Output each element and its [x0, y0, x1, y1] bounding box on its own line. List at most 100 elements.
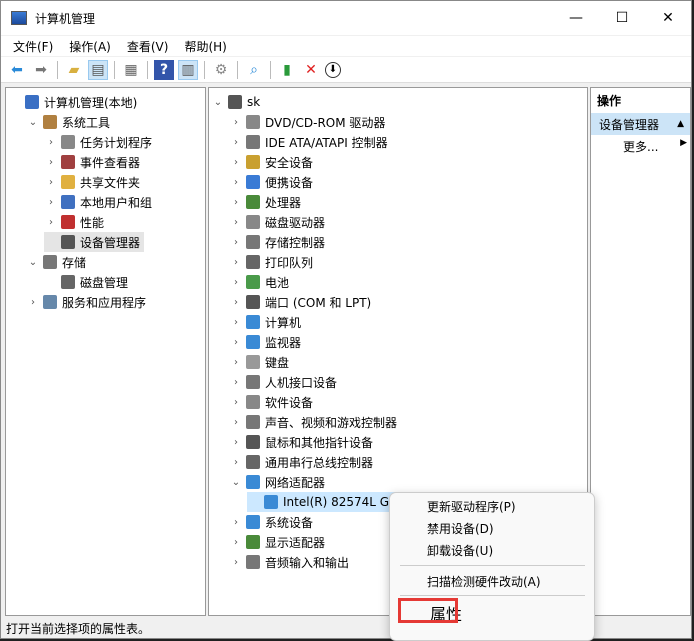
expand-chevron-icon[interactable]: › [229, 317, 243, 328]
expand-chevron-icon[interactable]: › [44, 177, 58, 188]
expand-chevron-icon[interactable]: › [229, 377, 243, 388]
show-action-pane-icon[interactable]: ▥ [178, 59, 198, 80]
expand-chevron-icon[interactable]: › [229, 537, 243, 548]
expand-chevron-icon[interactable]: › [229, 217, 243, 228]
tree-item[interactable]: › 音频输入和输出 [229, 552, 349, 572]
tree-item[interactable]: ⌄ 网络适配器 [229, 472, 325, 492]
expand-chevron-icon[interactable]: › [229, 237, 243, 248]
tree-item[interactable]: › 事件查看器 [44, 152, 140, 172]
menu-item-disable-device[interactable]: 禁用设备(D) [427, 520, 494, 537]
device-icon [246, 195, 260, 209]
expand-chevron-icon[interactable]: › [229, 517, 243, 528]
expand-chevron-icon[interactable]: ⌄ [211, 97, 225, 108]
expand-chevron-icon[interactable]: › [229, 397, 243, 408]
tree-item[interactable]: › IDE ATA/ATAPI 控制器 [229, 132, 388, 152]
tree-item[interactable]: › 任务计划程序 [44, 132, 152, 152]
tree-item[interactable]: › 鼠标和其他指针设备 [229, 432, 373, 452]
tree-item[interactable]: › 磁盘驱动器 [229, 212, 325, 232]
back-arrow-icon[interactable]: ⬅ [7, 60, 27, 80]
help-icon[interactable]: ? [154, 59, 174, 80]
expand-chevron-icon[interactable]: › [229, 277, 243, 288]
expand-chevron-icon[interactable]: › [44, 137, 58, 148]
tree-item-label: 声音、视频和游戏控制器 [265, 415, 398, 430]
close-button[interactable]: ✕ [645, 1, 691, 35]
tree-item[interactable]: › 便携设备 [229, 172, 313, 192]
tree-item[interactable]: 设备管理器 [44, 232, 145, 252]
tree-item[interactable]: › 软件设备 [229, 392, 313, 412]
expand-chevron-icon[interactable]: ⌄ [26, 257, 40, 268]
tree-item[interactable]: › 通用串行总线控制器 [229, 452, 373, 472]
expand-chevron-icon[interactable]: › [229, 297, 243, 308]
tree-item[interactable]: › 显示适配器 [229, 532, 325, 552]
update-driver-icon[interactable]: ⚙ [211, 60, 231, 80]
expand-chevron-icon[interactable]: › [229, 457, 243, 468]
tree-item[interactable]: › 监视器 [229, 332, 301, 352]
tree-item[interactable]: › 共享文件夹 [44, 172, 140, 192]
tree-item[interactable]: ⌄ 存储 [26, 252, 86, 272]
expand-chevron-icon[interactable]: › [229, 357, 243, 368]
expand-chevron-icon[interactable]: › [44, 217, 58, 228]
menu-help[interactable]: 帮助(H) [178, 36, 232, 56]
device-icon [61, 275, 75, 289]
tree-item[interactable]: 磁盘管理 [44, 272, 128, 292]
tree-item-label: 计算机管理(本地) [44, 95, 138, 110]
expand-chevron-icon[interactable]: › [229, 117, 243, 128]
tree-item-label: 本地用户和组 [80, 195, 153, 210]
actions-more[interactable]: 更多... ▶ [623, 138, 687, 155]
expand-chevron-icon[interactable]: › [229, 417, 243, 428]
show-hide-tree-icon[interactable]: ▤ [88, 59, 108, 80]
menu-view[interactable]: 查看(V) [121, 36, 175, 56]
menu-file[interactable]: 文件(F) [7, 36, 59, 56]
expand-chevron-icon[interactable]: › [229, 137, 243, 148]
tree-item[interactable]: 计算机管理(本地) [8, 92, 137, 112]
tree-item[interactable]: › 电池 [229, 272, 289, 292]
enable-device-icon[interactable]: ▮ [277, 60, 297, 80]
tree-item[interactable]: › 性能 [44, 212, 104, 232]
properties-icon[interactable]: ▦ [121, 60, 141, 80]
separator [237, 60, 238, 79]
tree-item-label: 计算机 [265, 315, 302, 330]
tree-item[interactable]: › 本地用户和组 [44, 192, 152, 212]
tree-item[interactable]: › DVD/CD-ROM 驱动器 [229, 112, 385, 132]
tree-item[interactable]: › 键盘 [229, 352, 289, 372]
tree-item[interactable]: › 计算机 [229, 312, 301, 332]
tree-item[interactable]: › 声音、视频和游戏控制器 [229, 412, 397, 432]
tree-item[interactable]: ⌄ 系统工具 [26, 112, 110, 132]
tree-item[interactable]: › 服务和应用程序 [26, 292, 146, 312]
maximize-button[interactable]: ☐ [599, 1, 645, 35]
menu-action[interactable]: 操作(A) [63, 36, 117, 56]
tree-item[interactable]: › 人机接口设备 [229, 372, 337, 392]
expand-chevron-icon[interactable]: ⌄ [229, 477, 243, 488]
menu-item-scan-hardware[interactable]: 扫描检测硬件改动(A) [427, 573, 541, 590]
tree-item[interactable]: › 存储控制器 [229, 232, 325, 252]
tree-item[interactable]: › 打印队列 [229, 252, 313, 272]
expand-chevron-icon[interactable]: › [229, 437, 243, 448]
tree-item-label: 电池 [265, 275, 290, 290]
forward-arrow-icon[interactable]: ➡ [31, 60, 51, 80]
expand-chevron-icon[interactable]: ⌄ [26, 117, 40, 128]
tree-item[interactable]: › 端口 (COM 和 LPT) [229, 292, 371, 312]
expand-chevron-icon[interactable]: › [229, 257, 243, 268]
actions-section-device-manager[interactable]: 设备管理器 ▲ [591, 113, 690, 135]
menu-item-uninstall-device[interactable]: 卸载设备(U) [427, 542, 493, 559]
tree-item[interactable]: ⌄ sk [211, 92, 260, 112]
tree-item[interactable]: › 处理器 [229, 192, 301, 212]
uninstall-device-icon[interactable]: ✕ [301, 60, 321, 80]
menu-item-update-driver[interactable]: 更新驱动程序(P) [427, 498, 516, 515]
tree-item-label: IDE ATA/ATAPI 控制器 [265, 135, 388, 150]
expand-chevron-icon[interactable]: › [229, 557, 243, 568]
expand-chevron-icon[interactable]: › [229, 197, 243, 208]
expand-chevron-icon[interactable]: › [229, 337, 243, 348]
up-folder-icon[interactable]: ▰ [64, 60, 84, 80]
expand-chevron-icon[interactable]: › [26, 297, 40, 308]
tree-item-label: 安全设备 [265, 155, 314, 170]
tree-item[interactable]: › 安全设备 [229, 152, 313, 172]
expand-chevron-icon[interactable]: › [44, 197, 58, 208]
scan-hardware-icon[interactable]: ⌕ [244, 60, 264, 80]
disable-device-icon[interactable]: ⬇ [325, 61, 341, 78]
minimize-button[interactable]: — [553, 1, 599, 35]
expand-chevron-icon[interactable]: › [44, 157, 58, 168]
expand-chevron-icon[interactable]: › [229, 157, 243, 168]
tree-item[interactable]: › 系统设备 [229, 512, 313, 532]
expand-chevron-icon[interactable]: › [229, 177, 243, 188]
